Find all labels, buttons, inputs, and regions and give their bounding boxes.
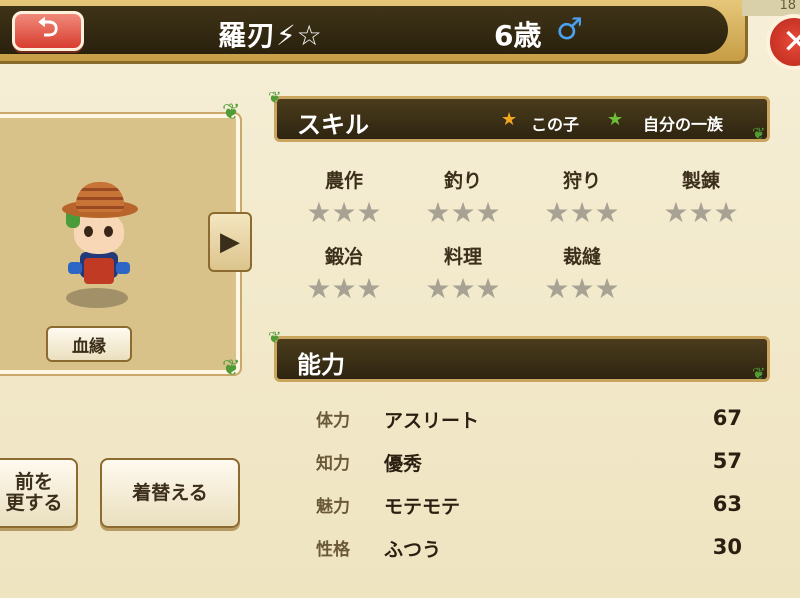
close-icon: ✕ [782, 22, 800, 62]
legend-clan-label: 自分の一族 [643, 115, 724, 134]
skill-stars: ★★★ [306, 196, 382, 229]
leaf-ornament-icon: ❦ [752, 364, 766, 383]
back-button[interactable]: ⮌ [12, 11, 84, 51]
avatar-right-hand [116, 262, 130, 274]
skill-stars: ★★★ [425, 272, 501, 305]
skill-label: 裁縫 [562, 246, 601, 268]
avatar-face [74, 212, 124, 254]
avatar-apron [84, 258, 114, 284]
rename-button-label: 前を 更する [5, 471, 63, 514]
skill-label: 釣り [443, 170, 482, 192]
leaf-ornament-icon: ❦ [268, 88, 282, 107]
ability-value: 57 [712, 449, 742, 473]
play-arrow-icon: ▶ [220, 227, 240, 257]
skill-label: 狩り [562, 170, 601, 192]
ability-name: 優秀 [384, 453, 423, 475]
skills-title: スキル [297, 111, 369, 139]
legend-child-label: この子 [531, 115, 580, 134]
skill-label: 料理 [443, 246, 482, 268]
header-bar [0, 0, 748, 64]
skill-label: 農作 [324, 170, 363, 192]
leaf-ornament-icon: ❦ [268, 328, 282, 347]
skill-stars: ★★★ [306, 272, 382, 305]
bloodline-button[interactable]: 血縁 [46, 326, 132, 362]
avatar-left-hand [68, 262, 82, 274]
ability-key: 性格 [316, 540, 350, 560]
abilities-header-bar: 能力 [274, 336, 770, 382]
skills-header-bar: スキル ★ この子 ★ 自分の一族 [274, 96, 770, 142]
skill-label: 製錬 [681, 170, 720, 192]
skill-stars: ★★★ [544, 196, 620, 229]
child-star-icon: ★ [501, 109, 518, 130]
ability-value: 63 [712, 492, 742, 516]
leaf-ornament-icon: ❦ [752, 124, 766, 143]
avatar-eye [84, 226, 93, 237]
ability-key: 体力 [316, 411, 350, 431]
corner-counter-number: 18 [779, 0, 796, 13]
rename-button[interactable]: 前を 更する [0, 458, 78, 528]
skill-smithing: 鍛冶 ★★★ [294, 242, 394, 303]
avatar-shadow [66, 288, 128, 308]
skill-fishing: 釣り ★★★ [413, 166, 513, 227]
change-clothes-button[interactable]: 着替える [100, 458, 240, 528]
ability-row-charm: 魅力 モテモテ 63 [316, 492, 742, 522]
character-age: 6歳 [494, 19, 542, 52]
leaf-ornament-icon: ❦ [222, 100, 241, 125]
ability-row-personality: 性格 ふつう 30 [316, 535, 742, 565]
header-inner [0, 6, 728, 54]
ability-value: 30 [712, 535, 742, 559]
ability-name: アスリート [384, 410, 480, 432]
skill-cooking: 料理 ★★★ [413, 242, 513, 303]
skill-smelting: 製錬 ★★★ [651, 166, 751, 227]
skill-farming: 農作 ★★★ [294, 166, 394, 227]
avatar-hat-top [76, 182, 124, 212]
skill-stars: ★★★ [544, 272, 620, 305]
avatar-eye [104, 226, 113, 237]
abilities-title: 能力 [297, 351, 345, 379]
skill-label: 鍛冶 [324, 246, 363, 268]
ability-name: ふつう [384, 539, 442, 561]
skill-hunting: 狩り ★★★ [532, 166, 632, 227]
ability-row-stamina: 体力 アスリート 67 [316, 406, 742, 436]
skill-stars: ★★★ [425, 196, 501, 229]
back-arrow-icon: ⮌ [37, 13, 59, 43]
ability-value: 67 [712, 406, 742, 430]
leaf-ornament-icon: ❦ [222, 356, 241, 381]
character-name: 羅刃⚡☆ [218, 19, 323, 52]
ability-key: 知力 [316, 454, 350, 474]
clan-star-icon: ★ [607, 109, 624, 130]
ability-row-intellect: 知力 優秀 57 [316, 449, 742, 479]
character-avatar [58, 178, 142, 310]
ability-name: モテモテ [384, 496, 461, 518]
male-icon: ♂ [556, 12, 583, 47]
ability-key: 魅力 [316, 497, 350, 517]
next-character-button[interactable]: ▶ [208, 212, 252, 272]
skill-stars: ★★★ [663, 196, 739, 229]
skill-sewing: 裁縫 ★★★ [532, 242, 632, 303]
